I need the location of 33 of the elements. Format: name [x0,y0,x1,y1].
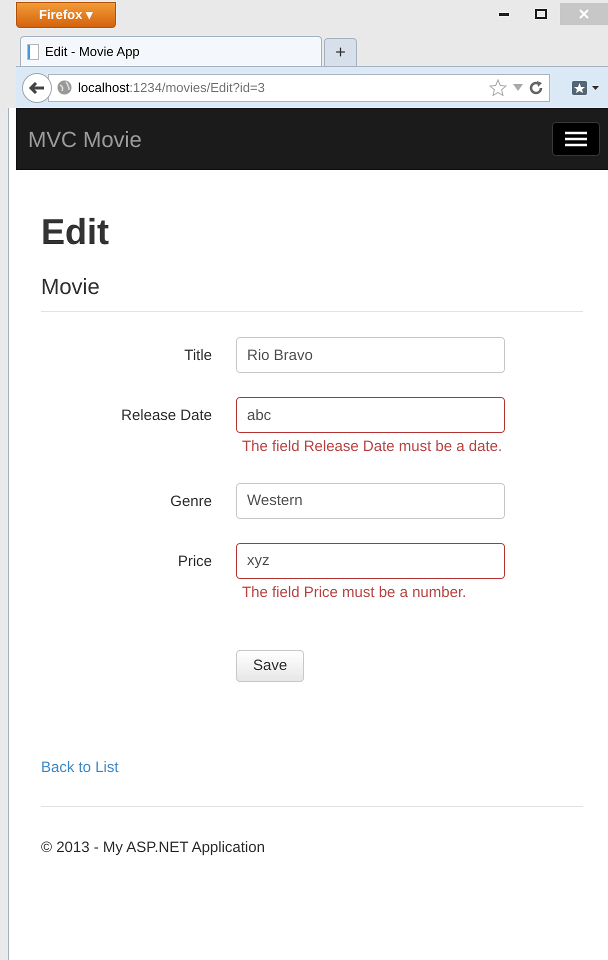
page-icon [27,44,39,60]
back-button[interactable] [22,72,52,102]
back-to-list-link[interactable]: Back to List [41,757,583,780]
validation-error: The field Price must be a number. [242,582,468,602]
field-label: Price [176,552,213,572]
field-label: Release Date [120,406,213,426]
input-field[interactable]: Western [236,482,505,518]
validation-error: The field Release Date must be a date. [242,437,504,457]
input-field[interactable]: xyz [236,542,505,578]
form-heading: Movie [41,270,583,312]
input-field[interactable]: Rio Bravo [236,337,505,373]
address-bar[interactable]: localhost:1234/movies/Edit?id=3 [48,74,550,102]
maximize-icon[interactable] [535,9,547,19]
reload-icon[interactable] [529,80,543,94]
star-icon[interactable] [489,79,507,96]
menu-button[interactable] [552,122,600,156]
url-text: localhost:1234/movies/Edit?id=3 [78,78,265,97]
browser-tab[interactable]: Edit - Movie App [20,36,322,66]
menu-icon [565,131,587,147]
close-icon [579,9,589,19]
bookmarks-icon[interactable] [572,80,600,96]
minimize-icon[interactable] [499,12,509,16]
back-arrow-icon [29,80,45,94]
input-field[interactable]: abc [236,397,505,433]
new-tab-button[interactable]: + [324,38,357,66]
brand-link[interactable]: MVC Movie [28,122,142,156]
page-heading: Edit [41,210,110,254]
globe-icon [57,80,72,95]
field-label: Title [183,346,213,366]
field-label: Genre [169,492,213,512]
footer-text: © 2013 - My ASP.NET Application [41,838,266,858]
tab-title: Edit - Movie App [45,42,140,61]
save-button[interactable]: Save [236,650,304,682]
